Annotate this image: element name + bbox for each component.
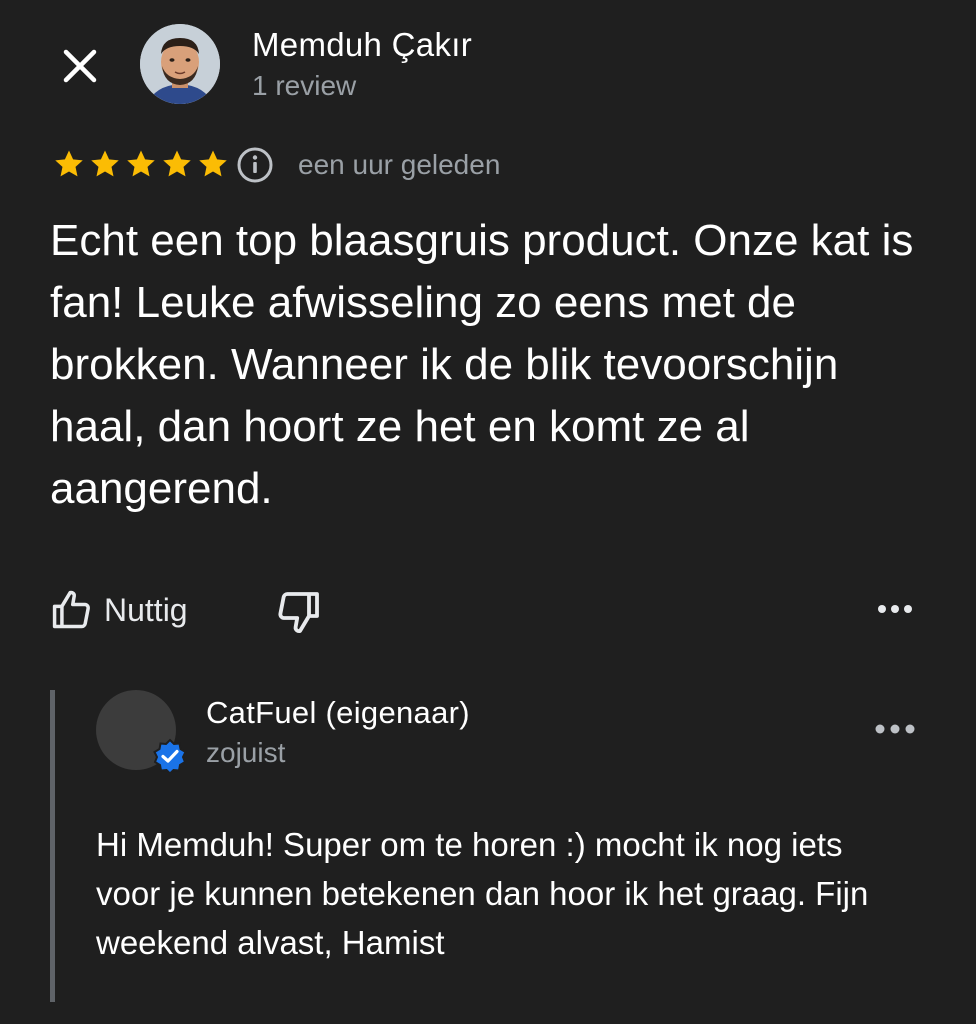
review-time: een uur geleden <box>298 149 501 180</box>
reply-more-button[interactable] <box>873 714 917 744</box>
more-horizontal-icon <box>878 605 912 613</box>
helpful-label: Nuttig <box>104 591 188 628</box>
verified-badge-icon <box>153 738 187 774</box>
review-more-button[interactable] <box>873 594 917 624</box>
star-icon <box>91 150 119 177</box>
star-icon <box>55 150 83 177</box>
reviewer-review-count: 1 review <box>252 70 357 101</box>
close-icon <box>63 49 97 83</box>
reply-divider <box>50 690 55 1002</box>
reviewer-name[interactable]: Memduh Çakır <box>252 26 472 64</box>
star-icon <box>127 150 155 177</box>
review-text: Echt een top blaasgruis product. Onze ka… <box>50 216 914 513</box>
info-icon[interactable] <box>236 146 274 184</box>
star-rating <box>52 147 230 181</box>
close-button[interactable] <box>52 38 108 94</box>
thumbs-up-icon <box>52 590 90 629</box>
star-icon <box>163 150 191 177</box>
owner-name[interactable]: CatFuel (eigenaar) <box>206 695 470 731</box>
star-icon <box>199 150 227 177</box>
reply-time: zojuist <box>206 737 286 768</box>
not-helpful-button[interactable] <box>274 588 322 636</box>
helpful-button[interactable]: Nuttig <box>50 584 188 636</box>
reply-text: Hi Memduh! Super om te horen :) mocht ik… <box>96 826 869 961</box>
more-horizontal-icon <box>875 724 915 734</box>
thumbs-down-icon <box>278 592 319 634</box>
reviewer-avatar[interactable] <box>140 24 220 104</box>
